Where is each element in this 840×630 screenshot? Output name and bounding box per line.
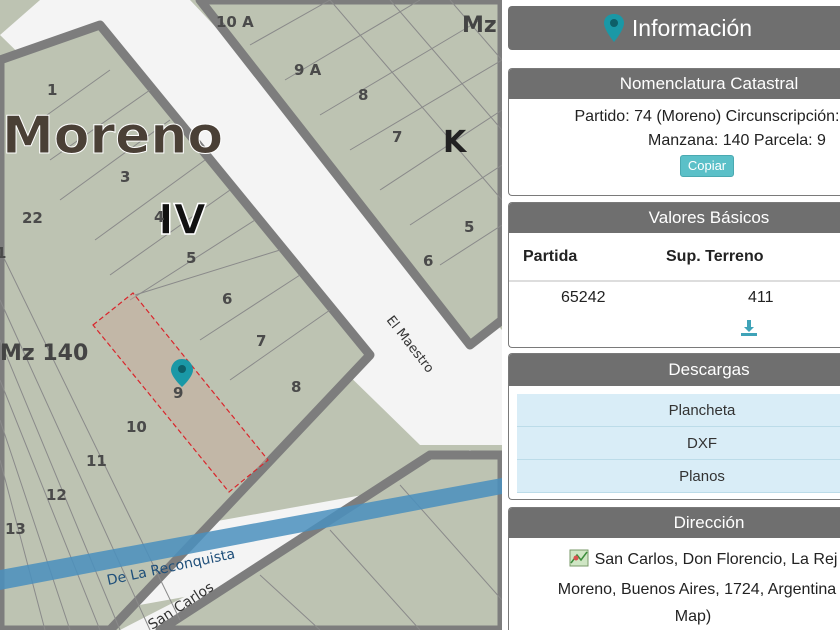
block-label-corner: Mz — [462, 13, 497, 38]
parcel-number: 22 — [22, 209, 43, 227]
info-panel: Información Nomenclatura Catastral Parti… — [502, 0, 840, 630]
direccion-box: Dirección San Carlos, Don Florencio, La … — [508, 507, 840, 630]
map-icon[interactable] — [569, 549, 589, 576]
parcel-number: 10 — [126, 418, 147, 436]
city-label: Moreno — [2, 106, 223, 166]
direccion-header-text: Dirección — [673, 513, 745, 532]
parcel-number: 6 — [423, 252, 433, 270]
location-pin-icon — [603, 14, 624, 42]
parcel-number: 9 — [173, 384, 183, 402]
info-title: Información — [631, 14, 753, 41]
download-dxf[interactable]: DXF — [517, 427, 840, 460]
nomenclatura-box: Nomenclatura Catastral Partido: 74 (More… — [508, 68, 840, 196]
valores-table: Partida Sup. Terreno 65242 411 — [509, 233, 840, 346]
download-planos-label: Planos — [679, 467, 725, 485]
download-icon[interactable] — [740, 319, 758, 341]
download-plancheta-label: Plancheta — [668, 401, 736, 419]
zone-label: IV — [158, 195, 207, 244]
nomenclatura-header-text: Nomenclatura Catastral — [619, 74, 799, 93]
parcel-number: 8 — [358, 86, 368, 104]
valores-header-text: Valores Básicos — [648, 208, 770, 227]
parcel-number: 5 — [186, 249, 196, 267]
copy-button[interactable]: Copiar — [679, 155, 735, 177]
nomenclatura-header: Nomenclatura Catastral — [509, 69, 840, 99]
address-line2: Moreno, Buenos Aires, 1724, Argentina — [557, 581, 837, 598]
download-dxf-label: DXF — [687, 434, 717, 452]
parcel-number: 3 — [120, 168, 130, 186]
direccion-header: Dirección — [509, 508, 840, 538]
parcel-number: 11 — [86, 452, 107, 470]
parcel-number: 1 — [0, 244, 6, 262]
parcel-number: 10 A — [216, 13, 254, 31]
direccion-body: San Carlos, Don Florencio, La Rej Moreno… — [533, 538, 840, 630]
address-line1: San Carlos, Don Florencio, La Rej — [594, 551, 838, 568]
nomenclatura-line1: Partido: 74 (Moreno) Circunscripción: — [574, 108, 840, 125]
download-planos[interactable]: Planos — [517, 460, 840, 493]
table-row: 65242 411 — [509, 281, 840, 314]
parcel-number: 9 A — [294, 61, 322, 79]
descargas-header: Descargas — [509, 354, 840, 386]
parcel-number: 13 — [5, 520, 26, 538]
partida-value: 65242 — [561, 289, 606, 306]
valores-box: Valores Básicos Partida Sup. Terreno 652… — [508, 202, 840, 348]
block-label-main: Mz 140 — [0, 341, 88, 366]
descargas-box: Descargas Plancheta DXF Planos — [508, 353, 840, 500]
parcel-number: 1 — [47, 81, 57, 99]
parcel-number: 5 — [464, 218, 474, 236]
map-view[interactable]: Moreno IV Mz 140 Mz K 10 A 9 A 8 7 1 3 2… — [0, 0, 502, 630]
col-sup-header: Sup. Terreno — [654, 233, 840, 282]
valores-header: Valores Básicos — [509, 203, 840, 233]
parcel-number: 12 — [46, 486, 67, 504]
parcel-number: 6 — [222, 290, 232, 308]
parcel-number: 4 — [154, 208, 164, 226]
descargas-list: Plancheta DXF Planos — [509, 386, 840, 493]
parcel-number: 7 — [256, 332, 266, 350]
col-partida-header: Partida — [509, 233, 654, 282]
map-canvas[interactable]: Moreno IV Mz 140 Mz K 10 A 9 A 8 7 1 3 2… — [0, 0, 502, 630]
descargas-header-text: Descargas — [668, 360, 750, 379]
download-plancheta[interactable]: Plancheta — [517, 394, 840, 427]
address-line3[interactable]: Map) — [523, 603, 840, 630]
parcel-number: 7 — [392, 128, 402, 146]
nomenclatura-line2: Manzana: 140 Parcela: 9 — [648, 132, 826, 149]
info-header: Información — [508, 6, 840, 50]
nomenclatura-body: Partido: 74 (Moreno) Circunscripción: Ma… — [537, 99, 840, 178]
parcel-number: 8 — [291, 378, 301, 396]
sup-value: 411 — [748, 289, 774, 306]
block-letter: K — [443, 125, 468, 160]
